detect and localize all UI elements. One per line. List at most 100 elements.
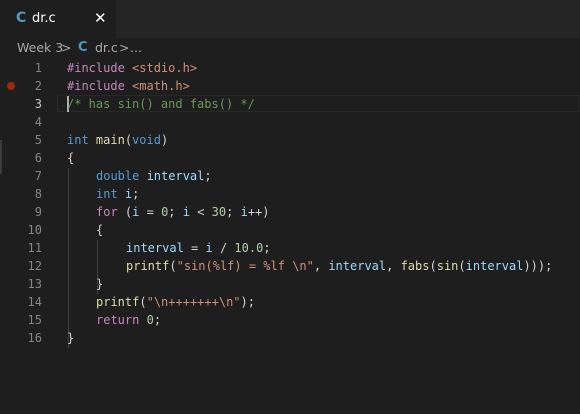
token-number: 10.0 [234,241,264,255]
code-line[interactable]: 2 #include <math.h> [0,77,580,95]
line-number: 6 [34,151,42,165]
code-line[interactable]: 15 return 0; [0,311,580,329]
code-line-active[interactable]: 3 /* has sin() and fabs() */ [0,95,580,113]
line-number: 12 [27,259,42,273]
token-brace: { [67,151,75,165]
token-brace: { [96,223,104,237]
token-operator: / [212,241,235,255]
token-punct: ; [132,187,140,201]
token-variable: interval [126,241,184,255]
token-variable: interval [465,259,524,273]
code-line[interactable]: 1 #include <stdio.h> [0,59,580,77]
token-function: printf [126,259,170,273]
token-variable: i [205,241,213,255]
token-function: fabs [400,259,430,273]
line-number: 15 [27,313,42,327]
c-file-icon: C [78,40,88,55]
token-operator: = [139,205,162,219]
line-number: 8 [34,187,42,201]
tab-label: dr.c [32,11,56,26]
token-punct: ( [139,295,147,309]
code-line[interactable]: 7 double interval; [0,167,580,185]
token-function: printf [96,295,140,309]
token-punct: ; [226,205,241,219]
token-variable: interval [328,259,387,273]
token-punct: ; [204,169,212,183]
line-number: 11 [27,241,42,255]
token-punct: ))); [523,259,553,273]
token-keyword: return [96,313,140,327]
token-punct: ); [240,295,255,309]
tab-dr-c[interactable]: C dr.c ✕ [0,0,116,38]
token-brace: } [96,277,104,291]
token-string: "\n+++++++\n" [146,295,241,309]
chevron-right-icon: > [119,40,130,55]
line-number: 10 [27,223,42,237]
token-comment: /* has sin() and fabs() */ [67,97,255,111]
token-operator: = [183,241,206,255]
token-punct: ( [124,133,133,147]
token-punct: ( [117,205,133,219]
code-line[interactable]: 8 int i; [0,185,580,203]
token-type: double [96,169,140,183]
close-icon[interactable]: ✕ [94,9,107,27]
token-punct: ( [458,259,466,273]
token-string: <stdio.h> [124,61,198,75]
code-line[interactable]: 14 printf("\n+++++++\n"); [0,293,580,311]
token-keyword: for [96,205,118,219]
token-variable: interval [139,169,205,183]
token-brace: } [67,331,75,345]
code-line[interactable]: 9 for (i = 0; i < 30; i++) [0,203,580,221]
line-number: 16 [27,331,42,345]
chevron-right-icon: > [61,40,72,55]
code-line[interactable]: 12 printf("sin(%lf) = %lf \n", interval,… [0,257,580,275]
breadcrumb-symbol[interactable]: ... [130,40,142,55]
line-number: 5 [34,133,42,147]
line-number: 2 [34,79,42,93]
line-number: 13 [27,277,42,291]
line-number: 1 [34,61,42,75]
code-line[interactable]: 16 } [0,329,580,347]
token-operator: ++) [247,205,270,219]
token-punct: ( [169,259,177,273]
line-number: 9 [34,205,42,219]
token-punct: ( [429,259,437,273]
breadcrumb: Week 3 > C dr.c > ... [0,38,580,58]
token-variable: i [182,205,190,219]
token-type: int [96,187,118,201]
code-line[interactable]: 10 { [0,221,580,239]
breadcrumb-file[interactable]: dr.c [95,40,118,55]
line-number: 14 [27,295,42,309]
token-function: sin [436,259,459,273]
token-punct: ; [168,205,183,219]
token-string: <math.h> [124,79,190,93]
code-line[interactable]: 13 } [0,275,580,293]
token-operator: < [189,205,212,219]
c-file-icon: C [16,10,27,26]
token-preprocessor: #include [67,61,125,75]
token-variable: i [240,205,248,219]
tab-bar: C dr.c ✕ [0,0,580,38]
token-string: "sin(%lf) = %lf \n" [176,259,314,273]
token-punct: , [386,259,401,273]
breadcrumb-folder[interactable]: Week 3 [17,40,63,55]
token-punct: ; [153,313,162,327]
token-number: 30 [211,205,227,219]
code-line[interactable]: 11 interval = i / 10.0; [0,239,580,257]
token-number: 0 [139,313,154,327]
code-editor[interactable]: 1 #include <stdio.h> 2 #include <math.h>… [0,58,580,414]
token-keyword: void [132,133,161,147]
code-line[interactable]: 6 { [0,149,580,167]
token-punct: , [313,259,329,273]
line-number: 3 [34,97,42,111]
token-function: main [88,133,125,147]
token-variable: i [117,187,133,201]
token-preprocessor: #include [67,79,125,93]
token-type: int [67,133,89,147]
token-punct: ; [263,241,271,255]
code-line[interactable]: 4 [0,113,580,131]
line-number: 7 [34,169,42,183]
code-line[interactable]: 5 int main(void) [0,131,580,149]
token-punct: ) [160,133,169,147]
line-number: 4 [34,115,42,129]
